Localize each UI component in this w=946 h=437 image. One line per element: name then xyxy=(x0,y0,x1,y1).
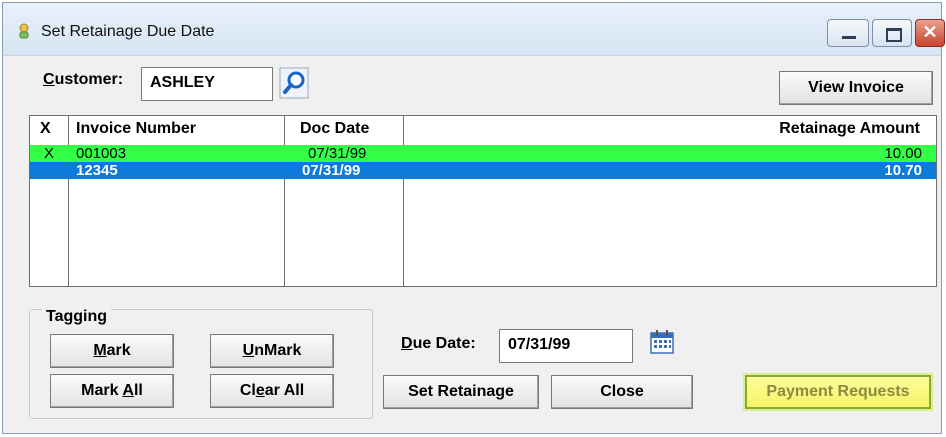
tagging-group-title: Tagging xyxy=(42,308,112,326)
minimize-icon xyxy=(842,36,856,39)
table-row[interactable]: X 001003 07/31/99 10.00 xyxy=(30,145,936,162)
close-window-button[interactable]: ✕ xyxy=(915,19,945,47)
header-x[interactable]: X xyxy=(40,120,51,138)
view-invoice-button[interactable]: View Invoice xyxy=(779,71,933,105)
grid-column-divider xyxy=(403,116,404,286)
row-tag-mark: X xyxy=(44,145,55,162)
app-icon xyxy=(19,23,29,39)
mark-all-button[interactable]: Mark All xyxy=(50,374,174,408)
row-doc-date: 07/31/99 xyxy=(308,145,367,162)
due-date-label: Due Date: xyxy=(401,335,476,352)
set-retainage-button[interactable]: Set Retainage xyxy=(383,375,539,409)
row-invoice-number: 12345 xyxy=(76,162,118,179)
row-retainage-amount: 10.70 xyxy=(884,162,922,179)
table-row[interactable]: 12345 07/31/99 10.70 xyxy=(30,162,936,179)
minimize-button[interactable] xyxy=(827,19,869,47)
row-invoice-number: 001003 xyxy=(76,145,127,162)
maximize-button[interactable] xyxy=(872,19,912,47)
header-invoice-number[interactable]: Invoice Number xyxy=(76,120,196,138)
window-title: Set Retainage Due Date xyxy=(41,23,215,40)
unmark-button[interactable]: UnMark xyxy=(210,334,334,368)
due-date-input[interactable]: 07/31/99 xyxy=(499,329,633,363)
title-bar[interactable]: Set Retainage Due Date ✕ xyxy=(3,3,945,56)
invoice-grid[interactable]: X Invoice Number Doc Date Retainage Amou… xyxy=(29,115,937,287)
mark-button[interactable]: Mark xyxy=(50,334,174,368)
customer-search-button[interactable] xyxy=(279,67,309,99)
grid-column-divider xyxy=(68,116,69,286)
tagging-group: Tagging Mark UnMark Mark All Clear All xyxy=(29,308,373,419)
maximize-icon xyxy=(886,28,902,42)
customer-input[interactable]: ASHLEY xyxy=(141,67,273,101)
clear-all-button[interactable]: Clear All xyxy=(210,374,334,408)
row-retainage-amount: 10.00 xyxy=(884,145,922,162)
calendar-icon[interactable] xyxy=(649,329,675,355)
header-retainage-amount[interactable]: Retainage Amount xyxy=(779,120,920,138)
customer-label: Customer: xyxy=(43,71,124,88)
close-icon: ✕ xyxy=(922,22,938,42)
payment-requests-button[interactable]: Payment Requests xyxy=(745,375,931,409)
close-button[interactable]: Close xyxy=(551,375,693,409)
row-doc-date: 07/31/99 xyxy=(302,162,361,179)
header-doc-date[interactable]: Doc Date xyxy=(300,120,369,138)
grid-column-divider xyxy=(284,116,285,286)
dialog-window: Set Retainage Due Date ✕ Customer: ASHLE… xyxy=(2,2,945,434)
search-icon xyxy=(279,67,309,99)
